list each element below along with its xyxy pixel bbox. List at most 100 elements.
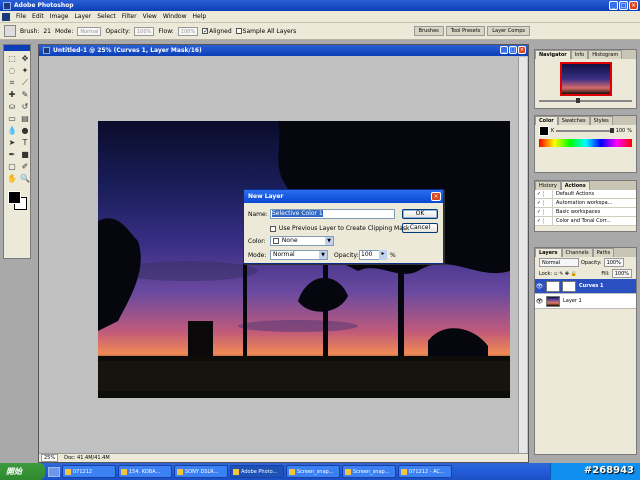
- gradient-tool-icon[interactable]: ▤: [19, 113, 31, 124]
- menu-view[interactable]: View: [140, 13, 160, 20]
- layers-opacity-field[interactable]: 100%: [603, 258, 624, 267]
- layer-mask-thumbnail[interactable]: [562, 280, 576, 292]
- foreground-color-swatch[interactable]: [8, 191, 21, 204]
- navigator-zoom-slider[interactable]: [535, 98, 636, 103]
- photoshop-menu-icon[interactable]: [2, 12, 10, 21]
- color-select[interactable]: None ▼: [270, 236, 334, 246]
- path-selection-tool-icon[interactable]: ➤: [6, 137, 18, 148]
- action-check-icon[interactable]: ✓: [535, 209, 544, 215]
- well-tab-layer-comps[interactable]: Layer Comps: [487, 26, 530, 36]
- navigator-panel: Navigator Info Histogram: [534, 49, 637, 109]
- eye-icon[interactable]: 👁: [535, 298, 544, 305]
- action-check-icon[interactable]: ✓: [535, 218, 544, 224]
- tab-actions[interactable]: Actions: [560, 181, 590, 190]
- vertical-scrollbar[interactable]: [518, 57, 527, 453]
- magic-wand-tool-icon[interactable]: ✦: [19, 65, 31, 76]
- move-tool-icon[interactable]: ✥: [19, 53, 31, 64]
- slice-tool-icon[interactable]: ⟋: [19, 77, 31, 88]
- menu-image[interactable]: Image: [47, 13, 72, 20]
- history-brush-tool-icon[interactable]: ↺: [19, 101, 31, 112]
- task-button-active[interactable]: Adobe Photo...: [230, 465, 284, 478]
- start-button[interactable]: 開始: [0, 463, 45, 480]
- mode-select[interactable]: Normal: [77, 26, 102, 36]
- task-button[interactable]: SONY DSLR...: [174, 465, 228, 478]
- clip-checkbox[interactable]: Use Previous Layer to Create Clipping Ma…: [270, 225, 410, 232]
- menu-select[interactable]: Select: [94, 13, 119, 20]
- tab-swatches[interactable]: Swatches: [557, 116, 590, 125]
- eraser-tool-icon[interactable]: ▭: [6, 113, 18, 124]
- navigator-thumbnail[interactable]: [559, 62, 612, 96]
- action-check-icon[interactable]: ✓: [535, 191, 544, 197]
- sample-all-layers-checkbox[interactable]: Sample All Layers: [235, 28, 296, 35]
- tab-layers[interactable]: Layers: [535, 248, 562, 257]
- menu-file[interactable]: File: [13, 13, 29, 20]
- menu-edit[interactable]: Edit: [29, 13, 47, 20]
- zoom-tool-icon[interactable]: 🔍: [19, 173, 31, 184]
- type-tool-icon[interactable]: T: [19, 137, 31, 148]
- well-tab-brushes[interactable]: Brushes: [413, 26, 444, 36]
- ok-button[interactable]: OK: [402, 209, 438, 219]
- k-slider[interactable]: [556, 128, 614, 133]
- fill-field[interactable]: 100%: [611, 269, 632, 278]
- clone-stamp-tool-icon-2[interactable]: ⛀: [6, 101, 18, 112]
- opacity-arrow-icon[interactable]: ▸: [379, 250, 387, 260]
- layer-blend-mode-select[interactable]: Normal: [539, 258, 579, 267]
- flow-field[interactable]: 100%: [177, 26, 199, 36]
- brush-tool-icon[interactable]: ✎: [19, 89, 31, 100]
- notes-tool-icon[interactable]: ▢: [6, 161, 18, 172]
- opacity-field[interactable]: 100%: [134, 26, 155, 36]
- crop-tool-icon[interactable]: ⌗: [6, 77, 18, 88]
- chevron-down-icon[interactable]: ▼: [325, 237, 333, 245]
- color-k-value[interactable]: 100: [616, 128, 626, 134]
- color-spectrum-bar[interactable]: [539, 139, 632, 147]
- doc-close-button[interactable]: ×: [518, 46, 526, 54]
- marquee-tool-icon[interactable]: ⬚: [6, 53, 18, 64]
- task-button[interactable]: Screen_snap...: [342, 465, 396, 478]
- minimize-button[interactable]: _: [609, 1, 618, 10]
- aligned-checkbox[interactable]: Aligned: [202, 28, 232, 35]
- eyedropper-tool-icon[interactable]: ✐: [19, 161, 31, 172]
- hand-tool-icon[interactable]: ✋: [6, 173, 18, 184]
- tab-info[interactable]: Info: [570, 50, 589, 59]
- chevron-down-icon[interactable]: ▼: [319, 251, 327, 259]
- task-button[interactable]: 071212 - AC...: [398, 465, 452, 478]
- zoom-level[interactable]: 25%: [41, 454, 59, 462]
- layer-row-curves[interactable]: 👁 Curves 1: [535, 279, 636, 294]
- layer-row-layer1[interactable]: 👁 Layer 1: [535, 294, 636, 309]
- tab-styles[interactable]: Styles: [589, 116, 613, 125]
- tab-color[interactable]: Color: [535, 116, 558, 125]
- blur-tool-icon[interactable]: 💧: [6, 125, 18, 136]
- task-button[interactable]: Screen_snap...: [286, 465, 340, 478]
- maximize-button[interactable]: □: [619, 1, 628, 10]
- brush-size[interactable]: 21: [43, 28, 51, 35]
- task-button[interactable]: 071212: [62, 465, 116, 478]
- dodge-tool-icon[interactable]: ●: [19, 125, 31, 136]
- dialog-close-button[interactable]: ×: [431, 192, 441, 201]
- color-fg-swatch[interactable]: [539, 126, 549, 136]
- menu-filter[interactable]: Filter: [119, 13, 140, 20]
- lock-icons[interactable]: ▫ ✎ ✥ 🔒: [554, 271, 577, 277]
- menu-window[interactable]: Window: [160, 13, 190, 20]
- eye-icon[interactable]: 👁: [535, 283, 544, 290]
- menu-help[interactable]: Help: [190, 13, 210, 20]
- action-check-icon[interactable]: ✓: [535, 200, 544, 206]
- tab-navigator[interactable]: Navigator: [535, 50, 571, 59]
- doc-maximize-button[interactable]: □: [509, 46, 517, 54]
- tab-histogram[interactable]: Histogram: [588, 50, 623, 59]
- tab-channels[interactable]: Channels: [561, 248, 593, 257]
- shape-tool-icon[interactable]: ■: [19, 149, 31, 160]
- pen-tool-icon[interactable]: ✒: [6, 149, 18, 160]
- action-row[interactable]: ✓ Color and Tonal Corr...: [535, 216, 636, 226]
- lasso-tool-icon[interactable]: ◌: [6, 65, 18, 76]
- menu-layer[interactable]: Layer: [71, 13, 94, 20]
- close-button[interactable]: ×: [629, 1, 638, 10]
- doc-minimize-button[interactable]: _: [500, 46, 508, 54]
- tab-paths[interactable]: Paths: [592, 248, 615, 257]
- quick-launch-icon[interactable]: [48, 466, 60, 477]
- clone-stamp-tool-icon[interactable]: [4, 25, 16, 37]
- healing-brush-tool-icon[interactable]: ✚: [6, 89, 18, 100]
- well-tab-tool-presets[interactable]: Tool Presets: [445, 26, 486, 36]
- layer-name-input[interactable]: Selective Color 1: [270, 209, 395, 219]
- task-button[interactable]: 154. KOBA...: [118, 465, 172, 478]
- mode-select[interactable]: Normal ▼: [270, 250, 328, 260]
